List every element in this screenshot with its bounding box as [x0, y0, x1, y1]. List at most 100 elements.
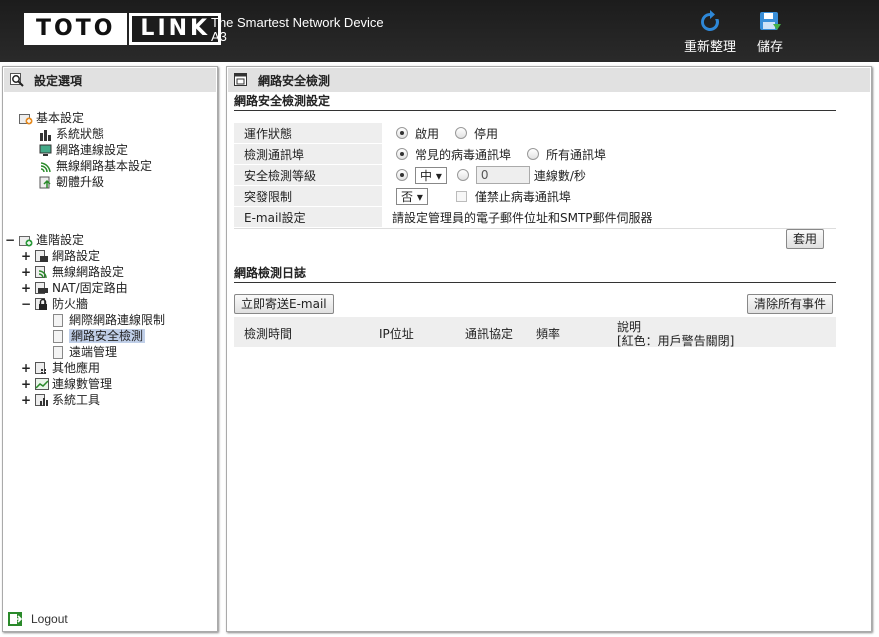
tree-label: 網路連線設定 [56, 143, 129, 157]
ports-common-radio[interactable]: 常見的病毒通訊埠 [396, 146, 511, 163]
lock-icon [35, 297, 49, 311]
save-button[interactable]: 儲存 [757, 10, 783, 55]
status-enable-radio[interactable]: 啟用 [396, 125, 439, 142]
tagline-text: The Smartest Network Device [211, 15, 384, 30]
tree-item-internet-access-limit[interactable]: 網際網路連線限制 [53, 312, 165, 328]
row-label: 安全檢測等級 [234, 165, 382, 185]
row-label: 檢測通訊埠 [234, 144, 382, 164]
connections-per-sec-input[interactable]: 0 [475, 166, 530, 184]
send-email-button[interactable]: 立即寄送E-mail [234, 294, 334, 314]
tree-label: 網際網路連線限制 [69, 313, 166, 327]
tree-basic-settings[interactable]: 基本設定 [19, 110, 84, 126]
sidebar: 設定選項 基本設定 系統狀態 網路連線設定 無線網路基本設定 韌體升級 − 進階… [2, 66, 218, 632]
tree-item-connection-management[interactable]: + 連線數管理 [21, 376, 112, 392]
collapse-toggle[interactable]: − [21, 297, 31, 311]
expand-toggle[interactable]: + [21, 377, 31, 391]
menu-tree: 基本設定 系統狀態 網路連線設定 無線網路基本設定 韌體升級 − 進階設定 + [3, 67, 217, 631]
line-chart-icon [35, 377, 49, 391]
level-preset-radio[interactable] [396, 169, 408, 181]
tree-label: 韌體升級 [56, 175, 105, 189]
expand-toggle[interactable]: + [21, 265, 31, 279]
expand-toggle[interactable]: + [21, 249, 31, 263]
logo-link: LINK [129, 13, 222, 45]
tagline: The Smartest Network Device A3 [211, 16, 384, 44]
status-disable-radio[interactable]: 停用 [455, 125, 498, 142]
ports-all-radio[interactable]: 所有通訊埠 [527, 146, 606, 163]
tree-item-nat-routing[interactable]: + NAT/固定路由 [21, 280, 128, 296]
logout-label: Logout [31, 612, 68, 626]
upgrade-icon [39, 176, 53, 189]
log-section-title: 網路檢測日誌 [234, 264, 836, 283]
logout-icon [8, 612, 23, 626]
tree-label: 系統狀態 [56, 127, 105, 141]
network-icon [35, 249, 49, 263]
row-burst: 突發限制 否 ▾ 僅禁止病毒通訊埠 [234, 186, 836, 207]
virus-port-only-checkbox[interactable] [455, 190, 467, 202]
tree-advanced-label: 進階設定 [36, 233, 85, 247]
tree-label: 其他應用 [52, 361, 101, 375]
page-icon [53, 329, 63, 343]
tree-item-wireless-basic[interactable]: 無線網路基本設定 [39, 158, 152, 174]
page-title: 網路安全檢測 [258, 73, 331, 88]
row-level: 安全檢測等級 中 ▾ 0 連線數/秒 [234, 165, 836, 186]
top-header: TOTO LINK The Smartest Network Device A3… [0, 0, 879, 62]
tree-item-security-detection[interactable]: 網路安全檢測 [53, 328, 146, 344]
tree-item-system-tools[interactable]: + 系統工具 [21, 392, 100, 408]
main-panel: 網路安全檢測 網路安全檢測設定 運作狀態 啟用 停用 檢測通訊埠 常見的病毒通訊… [226, 66, 872, 632]
level-custom-radio[interactable] [456, 169, 469, 181]
bar-chart-icon [39, 128, 53, 141]
save-label: 儲存 [757, 40, 784, 55]
row-label: 運作狀態 [234, 123, 382, 143]
totolink-logo: TOTO LINK [24, 13, 222, 45]
col-frequency: 頻率 [536, 327, 561, 341]
folder-icon [19, 112, 33, 125]
model-name: A3 [211, 29, 227, 44]
refresh-button[interactable]: 重新整理 [684, 10, 736, 55]
wifi-icon [39, 160, 53, 173]
tree-advanced-settings[interactable]: − 進階設定 [5, 232, 84, 248]
col-ip: IP位址 [379, 327, 414, 341]
tree-label: NAT/固定路由 [52, 281, 128, 295]
tree-label: 網路安全檢測 [69, 329, 146, 343]
level-select[interactable]: 中 ▾ [415, 166, 447, 184]
main-header: 網路安全檢測 [228, 68, 870, 92]
tools-icon [35, 393, 49, 407]
apply-button[interactable]: 套用 [786, 229, 825, 249]
clear-events-button[interactable]: 清除所有事件 [747, 294, 834, 314]
tree-label: 連線數管理 [52, 377, 113, 391]
tree-item-remote-management[interactable]: 遠端管理 [53, 344, 117, 360]
tree-item-network-settings[interactable]: + 網路設定 [21, 248, 100, 264]
unit-label: 連線數/秒 [533, 168, 586, 183]
row-ports: 檢測通訊埠 常見的病毒通訊埠 所有通訊埠 [234, 144, 836, 165]
col-protocol: 通訊協定 [465, 327, 514, 341]
expand-toggle[interactable]: + [21, 361, 31, 375]
tree-item-firewall[interactable]: − 防火牆 [21, 296, 88, 312]
tree-label: 無線網路基本設定 [56, 159, 153, 173]
tree-item-network-connection[interactable]: 網路連線設定 [39, 142, 128, 158]
router-icon [35, 281, 49, 295]
tree-label: 系統工具 [52, 393, 101, 407]
collapse-toggle[interactable]: − [5, 233, 15, 247]
logout-button[interactable]: Logout [7, 611, 68, 627]
row-email: E-mail設定 請設定管理員的電子郵件位址和SMTP郵件伺服器 [234, 207, 836, 228]
tree-basic-label: 基本設定 [36, 111, 85, 125]
row-status: 運作狀態 啟用 停用 [234, 123, 836, 144]
refresh-label: 重新整理 [684, 40, 737, 55]
settings-section-title: 網路安全檢測設定 [234, 92, 836, 111]
tree-item-wireless-settings[interactable]: + 無線網路設定 [21, 264, 124, 280]
tree-item-other-apps[interactable]: + 其他應用 [21, 360, 100, 376]
expand-toggle[interactable]: + [21, 393, 31, 407]
email-setting-text: 請設定管理員的電子郵件位址和SMTP郵件伺服器 [392, 210, 653, 225]
window-icon [234, 73, 247, 86]
tree-label: 無線網路設定 [52, 265, 125, 279]
tree-label: 防火牆 [52, 297, 89, 311]
page-icon [53, 345, 63, 359]
tree-label: 遠端管理 [69, 345, 118, 359]
col-time: 檢測時間 [244, 327, 293, 341]
row-label: E-mail設定 [234, 207, 382, 227]
save-icon [760, 12, 781, 30]
burst-select[interactable]: 否 ▾ [396, 187, 428, 205]
tree-item-system-status[interactable]: 系統狀態 [39, 126, 104, 142]
tree-item-firmware-upgrade[interactable]: 韌體升級 [39, 174, 104, 190]
expand-toggle[interactable]: + [21, 281, 31, 295]
